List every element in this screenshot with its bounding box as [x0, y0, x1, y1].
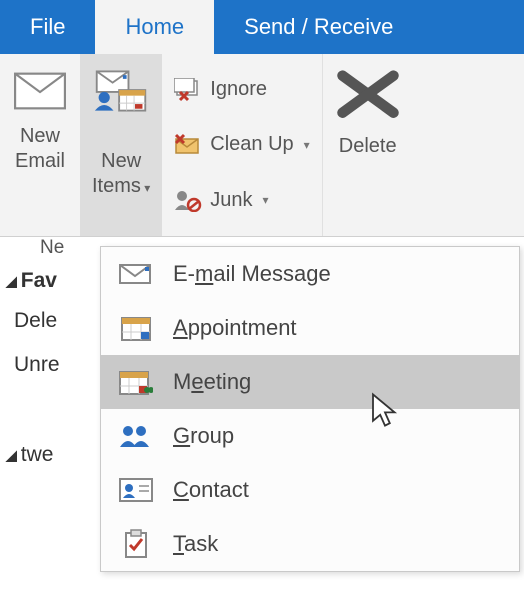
dropdown-caret-icon: ▾ [141, 181, 150, 195]
tab-file[interactable]: File [0, 0, 95, 54]
cleanup-group: Ignore Clean Up ▾ [162, 54, 322, 236]
calendar-icon [119, 313, 153, 343]
dropdown-caret-icon: ▾ [263, 193, 269, 207]
new-items-button[interactable]: New Items ▾ [80, 54, 162, 236]
ignore-label: Ignore [210, 78, 267, 101]
menu-meeting[interactable]: Meeting [101, 355, 519, 409]
menu-appointment[interactable]: Appointment [101, 301, 519, 355]
dropdown-caret-icon: ▾ [304, 138, 310, 152]
new-items-menu: E-mail Message Appointment [100, 246, 520, 572]
contact-card-icon [119, 475, 153, 505]
nav-unread[interactable]: Unre [14, 353, 100, 377]
ribbon-tabs: File Home Send / Receive [0, 0, 524, 54]
ribbon-group-new-label: Ne [40, 237, 100, 259]
delete-button[interactable]: Delete [323, 54, 413, 236]
clean-up-button[interactable]: Clean Up ▾ [170, 131, 313, 159]
meeting-icon [119, 367, 153, 397]
task-clipboard-icon [119, 529, 153, 559]
envelope-icon [119, 259, 153, 289]
nav-favorites[interactable]: ◢ Fav [6, 269, 94, 293]
collapse-caret-icon: ◢ [6, 273, 17, 290]
menu-label: Group [173, 423, 234, 449]
junk-label: Junk [210, 189, 252, 212]
envelope-icon [12, 68, 68, 114]
menu-label: Appointment [173, 315, 297, 341]
clean-up-icon [174, 133, 202, 157]
junk-button[interactable]: Junk ▾ [170, 186, 313, 214]
nav-tweets[interactable]: ◢ twe [6, 443, 94, 467]
clean-up-label: Clean Up [210, 133, 293, 156]
menu-group[interactable]: Group [101, 409, 519, 463]
new-email-label: New Email [15, 124, 65, 174]
new-email-button[interactable]: New Email [0, 54, 80, 236]
menu-label: E-mail Message [173, 261, 331, 287]
junk-icon [174, 188, 202, 212]
tab-home[interactable]: Home [95, 0, 214, 54]
menu-label: Meeting [173, 369, 251, 395]
delete-icon [333, 64, 403, 127]
collapse-caret-icon: ◢ [6, 447, 17, 464]
new-items-label: New Items ▾ [92, 124, 150, 199]
menu-label: Contact [173, 477, 249, 503]
menu-label: Task [173, 531, 218, 557]
ignore-icon [174, 78, 202, 102]
menu-email-message[interactable]: E-mail Message [101, 247, 519, 301]
ribbon: New Email New Items ▾ [0, 54, 524, 237]
ignore-button[interactable]: Ignore [170, 76, 313, 104]
menu-contact[interactable]: Contact [101, 463, 519, 517]
nav-deleted[interactable]: Dele [14, 309, 100, 333]
nav-pane: Ne ◢ Fav Dele Unre ◢ twe [0, 237, 100, 483]
menu-task[interactable]: Task [101, 517, 519, 571]
new-items-icon [93, 68, 149, 114]
group-icon [119, 421, 153, 451]
delete-label: Delete [339, 135, 397, 158]
tab-send-receive[interactable]: Send / Receive [214, 0, 423, 54]
